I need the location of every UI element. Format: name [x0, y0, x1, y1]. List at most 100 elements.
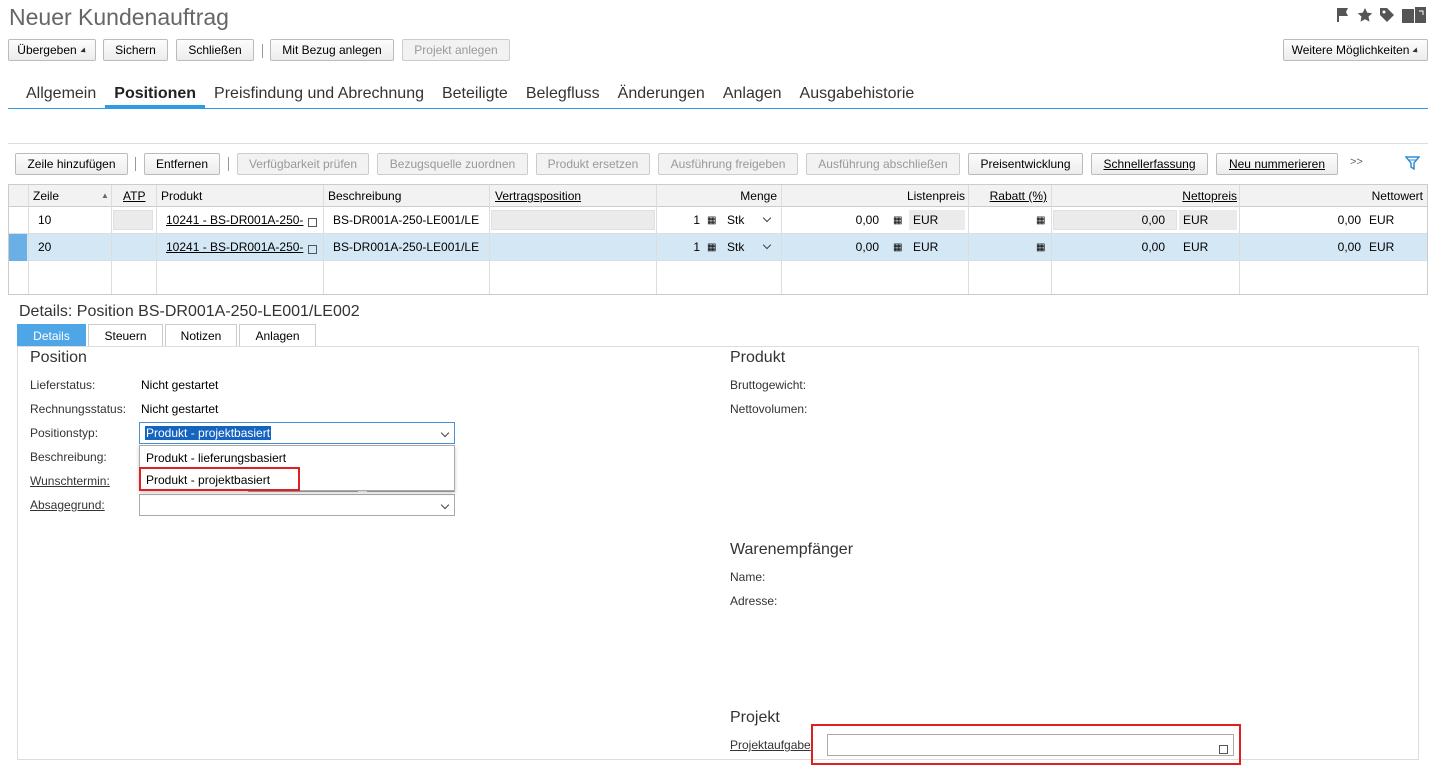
calculator-icon[interactable]: ▦ [893, 242, 902, 253]
chevron-down-icon[interactable] [762, 213, 772, 223]
row-product-link[interactable]: 10241 - BS-DR001A-250- [162, 209, 304, 231]
rejection-reason-select[interactable] [139, 494, 455, 516]
header-contract[interactable]: Vertragsposition [491, 185, 585, 207]
star-icon[interactable] [1357, 7, 1373, 23]
rejection-reason-label[interactable]: Absagegrund: [30, 498, 105, 512]
gross-weight-label: Bruttogewicht: [730, 378, 807, 392]
row-list-price[interactable]: 0,00 [809, 209, 883, 231]
window-icon[interactable] [1401, 6, 1427, 24]
header-net-price[interactable]: Nettopreis [1051, 185, 1241, 207]
tab-taxes[interactable]: Steuern [88, 324, 163, 346]
create-with-reference-button[interactable]: Mit Bezug anlegen [270, 39, 394, 61]
release-execution-button[interactable]: Ausführung freigeben [658, 153, 798, 175]
row-currency: EUR [913, 240, 939, 254]
table-row-selected[interactable]: 20 10241 - BS-DR001A-250- BS-DR001A-250-… [9, 234, 1427, 261]
calculator-icon[interactable]: ▦ [1036, 215, 1045, 226]
project-task-label[interactable]: Projektaufgabe [730, 738, 811, 752]
tab-output-history[interactable]: Ausgabehistorie [791, 84, 924, 108]
price-development-button[interactable]: Preisentwicklung [968, 153, 1083, 175]
row-unit[interactable]: Stk [723, 236, 748, 258]
details-panel [17, 346, 1419, 760]
col-divider [323, 185, 324, 294]
tag-icon[interactable] [1379, 7, 1395, 23]
position-heading: Position [30, 349, 87, 366]
tab-attachments[interactable]: Anlagen [714, 84, 791, 108]
replace-product-button[interactable]: Produkt ersetzen [536, 153, 650, 175]
row-quantity[interactable]: 1 [659, 236, 704, 258]
row-net-currency: EUR [1183, 240, 1209, 254]
calculator-icon[interactable]: ▦ [1036, 242, 1045, 253]
finish-execution-button[interactable]: Ausführung abschließen [806, 153, 960, 175]
create-project-button[interactable]: Projekt anlegen [402, 39, 510, 61]
chevron-down-icon[interactable] [762, 240, 772, 250]
header-quantity[interactable]: Menge [657, 185, 781, 207]
row-line: 20 [38, 240, 52, 254]
page-title: Neuer Kundenauftrag [9, 4, 229, 30]
header-atp[interactable]: ATP [119, 185, 149, 207]
row-currency: EUR [909, 210, 965, 230]
header-list-price[interactable]: Listenpreis [783, 185, 969, 207]
header-product[interactable]: Produkt [157, 185, 206, 207]
invoice-status-value: Nicht gestartet [141, 402, 219, 416]
divider [8, 143, 1428, 144]
recipient-address-label: Adresse: [730, 594, 778, 608]
position-type-select[interactable]: Produkt - projektbasiert [139, 422, 455, 444]
items-table: Zeile ▲ ATP Produkt Beschreibung Vertrags… [8, 184, 1428, 295]
tab-positions[interactable]: Positionen [105, 84, 205, 109]
tab-pricing[interactable]: Preisfindung und Abrechnung [205, 84, 433, 108]
calculator-icon[interactable]: ▦ [707, 215, 716, 226]
col-divider [489, 185, 490, 294]
row-product-link[interactable]: 10241 - BS-DR001A-250- [162, 236, 304, 258]
row-quantity[interactable]: 1 [659, 209, 704, 231]
row-unit[interactable]: Stk [723, 209, 748, 231]
row-list-price[interactable]: 0,00 [809, 236, 883, 258]
overflow-button[interactable]: >> [1350, 156, 1363, 168]
tab-general[interactable]: Allgemein [17, 84, 105, 108]
main-tabs: Allgemein Positionen Preisfindung und Ab… [17, 84, 924, 109]
save-button[interactable]: Sichern [103, 39, 168, 61]
remove-button[interactable]: Entfernen [144, 153, 220, 175]
row-net-value: 0,00 [1337, 240, 1361, 254]
calculator-icon[interactable]: ▦ [707, 242, 716, 253]
row-net-price: 0,00 [1141, 213, 1165, 227]
add-row-button[interactable]: Zeile hinzufügen [15, 153, 128, 175]
flag-icon[interactable] [1335, 7, 1351, 23]
col-divider [28, 185, 29, 294]
tab-changes[interactable]: Änderungen [609, 84, 714, 108]
filter-icon[interactable] [1405, 156, 1420, 170]
assign-source-button[interactable]: Bezugsquelle zuordnen [377, 153, 528, 175]
quick-entry-button[interactable]: Schnellerfassung [1091, 153, 1208, 175]
tab-parties[interactable]: Beteiligte [433, 84, 517, 108]
row-selector[interactable] [9, 234, 27, 261]
delivery-status-value: Nicht gestartet [141, 378, 219, 392]
value-help-icon[interactable] [308, 243, 317, 257]
col-divider [1051, 185, 1052, 294]
header-discount[interactable]: Rabatt (%) [969, 185, 1051, 207]
tab-detail-attachments[interactable]: Anlagen [239, 324, 316, 346]
tab-document-flow[interactable]: Belegfluss [517, 84, 609, 108]
more-options-button[interactable]: Weitere Möglichkeiten [1283, 39, 1428, 61]
calculator-icon[interactable]: ▦ [893, 215, 902, 226]
renumber-button[interactable]: Neu nummerieren [1216, 153, 1338, 175]
header-icons [1335, 6, 1427, 24]
close-button[interactable]: Schließen [176, 39, 254, 61]
check-availability-button[interactable]: Verfügbarkeit prüfen [237, 153, 369, 175]
chevron-down-icon[interactable] [440, 428, 450, 438]
submit-button[interactable]: Übergeben [8, 39, 96, 61]
project-heading: Projekt [730, 709, 780, 726]
toolbar-separator [228, 157, 229, 171]
header-line[interactable]: Zeile ▲ [29, 185, 109, 207]
col-divider [1239, 185, 1240, 294]
atp-cell [113, 210, 153, 230]
col-divider [111, 185, 112, 294]
requested-date-label[interactable]: Wunschtermin: [30, 474, 110, 488]
value-help-icon[interactable] [308, 216, 317, 230]
description-label: Beschreibung: [30, 450, 107, 464]
table-row[interactable]: 10 10241 - BS-DR001A-250- BS-DR001A-250-… [9, 207, 1427, 234]
option-delivery-based[interactable]: Produkt - lieferungsbasiert [146, 451, 286, 465]
header-description[interactable]: Beschreibung [324, 185, 405, 207]
chevron-down-icon[interactable] [440, 500, 450, 510]
tab-notes[interactable]: Notizen [165, 324, 237, 346]
header-net-value[interactable]: Nettowert [1241, 185, 1427, 207]
tab-details[interactable]: Details [17, 324, 86, 346]
